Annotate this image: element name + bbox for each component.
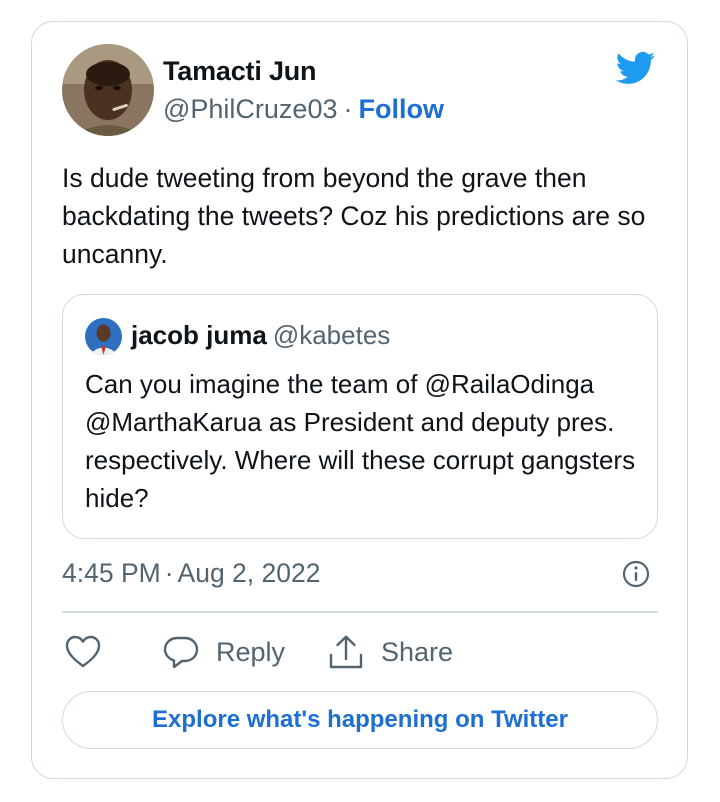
explore-twitter-button[interactable]: Explore what's happening on Twitter (62, 691, 658, 749)
author-name[interactable]: Tamacti Jun (163, 56, 317, 87)
reply-label: Reply (216, 636, 286, 667)
tweet-timestamp[interactable]: 4:45 PM · Aug 2, 2022 (62, 558, 320, 589)
quoted-author-line: jacob juma @kabetes (131, 320, 390, 351)
author-avatar[interactable] (62, 44, 154, 136)
action-bar: Reply Share (62, 630, 658, 674)
timestamp-separator: · (164, 558, 174, 588)
author-handle-line: @PhilCruze03 · Follow (163, 94, 444, 125)
heart-icon (65, 635, 101, 668)
handle-separator: · (343, 94, 353, 124)
quoted-tweet-text: Can you imagine the team of @RailaOdinga… (85, 369, 636, 513)
author-handle[interactable]: @PhilCruze03 (163, 94, 338, 124)
divider (62, 611, 658, 613)
share-button[interactable]: Share (327, 630, 453, 674)
tweet-time: 4:45 PM (62, 558, 161, 588)
quoted-tweet[interactable]: jacob juma @kabetes Can you imagine the t… (62, 294, 658, 539)
quoted-author-avatar (85, 318, 122, 355)
reply-icon (163, 636, 199, 669)
quoted-author-handle: @kabetes (272, 320, 391, 350)
twitter-bird-icon[interactable] (613, 48, 658, 88)
tweet-date: Aug 2, 2022 (177, 558, 321, 588)
share-label: Share (381, 636, 454, 667)
quoted-author-name: jacob juma (131, 320, 267, 350)
reply-button[interactable]: Reply (162, 630, 285, 674)
info-icon[interactable] (621, 559, 651, 589)
share-icon (329, 635, 363, 669)
like-button[interactable] (64, 630, 102, 674)
follow-link[interactable]: Follow (359, 94, 444, 124)
tweet-card: Tamacti Jun @PhilCruze03 · Follow Is dude … (31, 21, 688, 779)
tweet-text: Is dude tweeting from beyond the grave t… (62, 163, 646, 269)
